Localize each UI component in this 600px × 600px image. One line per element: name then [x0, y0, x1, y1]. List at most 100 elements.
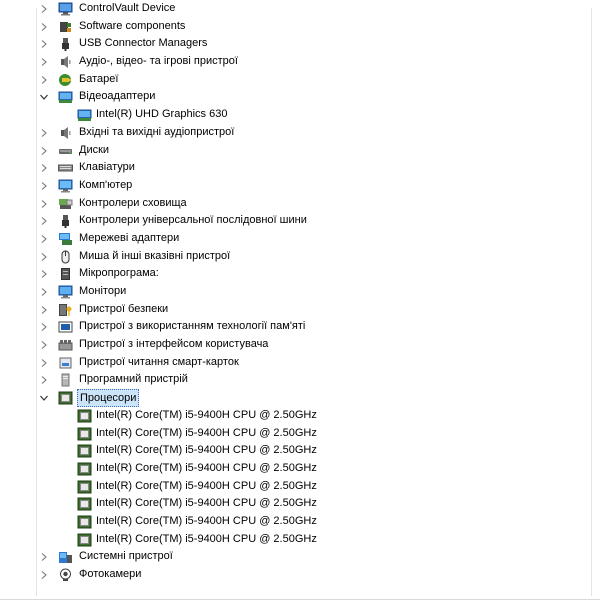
chevron-right-icon[interactable]: [38, 195, 50, 213]
controlvault-icon: [58, 2, 73, 16]
device-category-row[interactable]: Software components: [0, 18, 600, 36]
device-category-row[interactable]: Відеоадаптери: [0, 88, 600, 106]
chevron-right-icon[interactable]: [38, 248, 50, 266]
device-category-row[interactable]: Пристрої безпеки: [0, 301, 600, 319]
disk-icon: [58, 144, 73, 158]
chevron-right-icon[interactable]: [38, 371, 50, 389]
device-category-row[interactable]: Клавіатури: [0, 159, 600, 177]
smart-card-reader-icon: [58, 356, 73, 370]
device-category-row[interactable]: Пристрої з інтерфейсом користувача: [0, 336, 600, 354]
category-label: Комп'ютер: [79, 178, 133, 191]
device-row[interactable]: Intel(R) Core(TM) i5-9400H CPU @ 2.50GHz: [0, 407, 600, 425]
chevron-right-icon[interactable]: [38, 177, 50, 195]
firmware-icon: [58, 267, 73, 281]
speaker-icon: [58, 55, 73, 69]
device-row[interactable]: Intel(R) Core(TM) i5-9400H CPU @ 2.50GHz: [0, 478, 600, 496]
device-row[interactable]: Intel(R) Core(TM) i5-9400H CPU @ 2.50GHz: [0, 460, 600, 478]
memory-device-icon: [58, 320, 73, 334]
device-category-row[interactable]: Аудіо-, відео- та ігрові пристрої: [0, 53, 600, 71]
mouse-icon: [58, 250, 73, 264]
device-category-row[interactable]: Процесори: [0, 389, 600, 408]
device-category-row[interactable]: Системні пристрої: [0, 548, 600, 566]
category-label: Контролери універсальної послідовної шин…: [79, 214, 307, 227]
device-category-row[interactable]: Монітори: [0, 283, 600, 301]
monitor-icon: [58, 285, 73, 299]
device-category-row[interactable]: Мережеві адаптери: [0, 230, 600, 248]
category-label: Клавіатури: [79, 161, 135, 174]
chevron-right-icon[interactable]: [38, 35, 50, 53]
device-tree: ControlVault Device Software components US…: [0, 0, 600, 584]
category-label: Мережеві адаптери: [79, 231, 180, 244]
chevron-right-icon[interactable]: [38, 301, 50, 319]
software-components-icon: [58, 20, 73, 34]
chevron-right-icon[interactable]: [38, 124, 50, 142]
device-label: Intel(R) Core(TM) i5-9400H CPU @ 2.50GHz: [96, 532, 317, 545]
device-category-row[interactable]: Фотокамери: [0, 566, 600, 584]
hid-icon: [58, 338, 73, 352]
device-category-row[interactable]: Мікропрограма:: [0, 265, 600, 283]
chevron-right-icon[interactable]: [38, 336, 50, 354]
processor-icon: [77, 462, 92, 476]
device-row[interactable]: Intel(R) Core(TM) i5-9400H CPU @ 2.50GHz: [0, 513, 600, 531]
device-category-row[interactable]: ControlVault Device: [0, 0, 600, 18]
chevron-right-icon[interactable]: [38, 0, 50, 18]
chevron-right-icon[interactable]: [38, 566, 50, 584]
category-label: Фотокамери: [79, 568, 142, 580]
processor-icon: [58, 391, 73, 405]
device-manager-window: ControlVault Device Software components US…: [0, 0, 600, 600]
chevron-right-icon[interactable]: [38, 53, 50, 71]
speaker-icon: [58, 126, 73, 140]
category-label: Пристрої з використанням технології пам'…: [79, 320, 306, 333]
device-category-row[interactable]: Вхідні та вихідні аудіопристрої: [0, 124, 600, 142]
device-category-row[interactable]: Диски: [0, 142, 600, 160]
device-row[interactable]: Intel(R) Core(TM) i5-9400H CPU @ 2.50GHz: [0, 425, 600, 443]
category-label: ControlVault Device: [79, 2, 176, 14]
display-adapter-icon: [77, 108, 92, 122]
chevron-right-icon[interactable]: [38, 548, 50, 566]
device-row[interactable]: Intel(R) Core(TM) i5-9400H CPU @ 2.50GHz: [0, 495, 600, 513]
processor-icon: [77, 427, 92, 441]
device-category-row[interactable]: Програмний пристрій: [0, 371, 600, 389]
device-row[interactable]: Intel(R) Core(TM) i5-9400H CPU @ 2.50GHz: [0, 531, 600, 549]
chevron-right-icon[interactable]: [38, 354, 50, 372]
device-label: Intel(R) UHD Graphics 630: [96, 108, 228, 121]
display-adapter-icon: [58, 90, 73, 104]
device-label: Intel(R) Core(TM) i5-9400H CPU @ 2.50GHz: [96, 426, 317, 439]
device-label: Intel(R) Core(TM) i5-9400H CPU @ 2.50GHz: [96, 408, 317, 421]
chevron-right-icon[interactable]: [38, 159, 50, 177]
processor-icon: [77, 444, 92, 458]
chevron-right-icon[interactable]: [38, 265, 50, 283]
device-category-row[interactable]: Контролери універсальної послідовної шин…: [0, 212, 600, 230]
device-category-row[interactable]: Контролери сховища: [0, 195, 600, 213]
device-row[interactable]: Intel(R) UHD Graphics 630: [0, 106, 600, 124]
category-label: Пристрої безпеки: [79, 302, 169, 315]
device-category-row[interactable]: Пристрої читання смарт-карток: [0, 354, 600, 372]
device-category-row[interactable]: Комп'ютер: [0, 177, 600, 195]
device-row[interactable]: Intel(R) Core(TM) i5-9400H CPU @ 2.50GHz: [0, 442, 600, 460]
network-adapter-icon: [58, 232, 73, 246]
chevron-down-icon[interactable]: [38, 389, 50, 407]
chevron-right-icon[interactable]: [38, 212, 50, 230]
processor-icon: [77, 515, 92, 529]
device-label: Intel(R) Core(TM) i5-9400H CPU @ 2.50GHz: [96, 479, 317, 492]
device-category-row[interactable]: USB Connector Managers: [0, 35, 600, 53]
category-label: Батареї: [79, 72, 119, 85]
device-category-row[interactable]: Пристрої з використанням технології пам'…: [0, 318, 600, 336]
chevron-right-icon[interactable]: [38, 18, 50, 36]
chevron-right-icon[interactable]: [38, 230, 50, 248]
device-category-row[interactable]: Миша й інші вказівні пристрої: [0, 248, 600, 266]
chevron-right-icon[interactable]: [38, 71, 50, 89]
storage-controller-icon: [58, 197, 73, 211]
device-category-row[interactable]: Батареї: [0, 71, 600, 89]
camera-icon: [58, 568, 73, 582]
chevron-right-icon[interactable]: [38, 283, 50, 301]
category-label: Мікропрограма:: [79, 267, 159, 280]
security-device-icon: [58, 303, 73, 317]
chevron-right-icon[interactable]: [38, 318, 50, 336]
chevron-down-icon[interactable]: [38, 88, 50, 106]
device-label: Intel(R) Core(TM) i5-9400H CPU @ 2.50GHz: [96, 461, 317, 474]
chevron-right-icon[interactable]: [38, 142, 50, 160]
processor-icon: [77, 533, 92, 547]
category-label: Миша й інші вказівні пристрої: [79, 249, 231, 262]
usb-icon: [58, 37, 73, 52]
